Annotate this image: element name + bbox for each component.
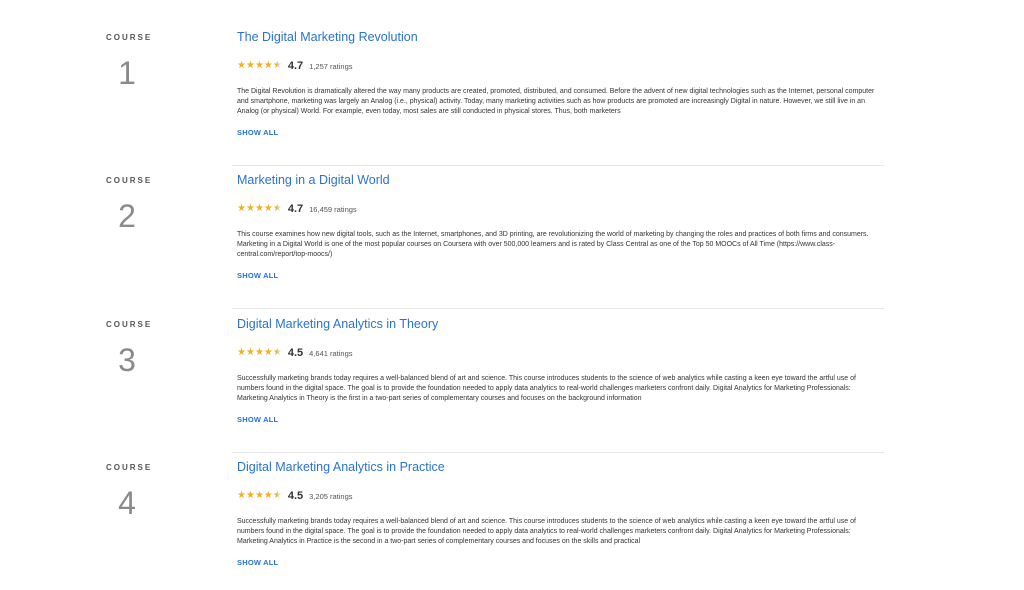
course-label: COURSE (106, 320, 153, 329)
show-all-link[interactable]: SHOW ALL (237, 271, 278, 280)
star-icon: ★ (245, 490, 255, 501)
course-item: COURSE 4 Digital Marketing Analytics in … (0, 430, 1024, 573)
course-list: COURSE 1 The Digital Marketing Revolutio… (0, 0, 1024, 590)
course-title-link[interactable]: Digital Marketing Analytics in Theory (237, 317, 438, 331)
ratings-count: 1,257 ratings (309, 61, 353, 71)
star-rating: ★ ★ ★ ★ ★ (237, 348, 282, 358)
half-star-icon: ★ (272, 347, 282, 358)
star-icon: ★ (237, 490, 246, 501)
star-icon: ★ (254, 347, 264, 358)
rating-row: ★ ★ ★ ★ ★ 4.7 1,257 ratings (237, 59, 353, 73)
show-all-link[interactable]: SHOW ALL (237, 128, 278, 137)
course-description: The Digital Revolution is dramatically a… (237, 88, 875, 115)
course-number: 4 (118, 485, 136, 521)
course-title-link[interactable]: The Digital Marketing Revolution (237, 30, 418, 44)
rating-value: 4.5 (287, 490, 304, 502)
course-item: COURSE 2 Marketing in a Digital World ★ ★… (0, 143, 1024, 309)
star-icon: ★ (263, 490, 273, 501)
star-icon: ★ (237, 60, 246, 71)
ratings-count: 3,205 ratings (309, 491, 353, 501)
star-icon: ★ (254, 203, 264, 214)
ratings-count: 4,641 ratings (309, 348, 353, 358)
ratings-count: 16,459 ratings (309, 204, 357, 214)
course-description: This course examines how new digital too… (237, 231, 869, 258)
star-icon: ★ (263, 347, 273, 358)
rating-value: 4.5 (287, 347, 304, 359)
course-item: COURSE 3 Digital Marketing Analytics in … (0, 287, 1024, 453)
course-number: 1 (118, 55, 136, 91)
star-rating: ★ ★ ★ ★ ★ (237, 491, 282, 501)
star-icon: ★ (263, 60, 273, 71)
star-icon: ★ (237, 203, 246, 214)
course-item: COURSE 1 The Digital Marketing Revolutio… (0, 0, 1024, 166)
star-icon: ★ (254, 60, 264, 71)
course-label: COURSE (106, 33, 153, 42)
star-icon: ★ (245, 60, 255, 71)
rating-row: ★ ★ ★ ★ ★ 4.5 4,641 ratings (237, 346, 353, 360)
star-rating: ★ ★ ★ ★ ★ (237, 204, 282, 214)
star-icon: ★ (237, 347, 246, 358)
star-icon: ★ (245, 347, 255, 358)
rating-value: 4.7 (287, 203, 304, 215)
show-all-link[interactable]: SHOW ALL (237, 415, 278, 424)
course-number: 3 (118, 342, 136, 378)
rating-value: 4.7 (287, 60, 304, 72)
half-star-icon: ★ (272, 203, 282, 214)
rating-row: ★ ★ ★ ★ ★ 4.7 16,459 ratings (237, 202, 357, 216)
course-title-link[interactable]: Marketing in a Digital World (237, 173, 390, 187)
course-description: Successfully marketing brands today requ… (237, 375, 856, 402)
course-label: COURSE (106, 176, 153, 185)
course-title-link[interactable]: Digital Marketing Analytics in Practice (237, 460, 445, 474)
star-rating: ★ ★ ★ ★ ★ (237, 61, 282, 71)
rating-row: ★ ★ ★ ★ ★ 4.5 3,205 ratings (237, 489, 353, 503)
half-star-icon: ★ (272, 60, 282, 71)
course-description: Successfully marketing brands today requ… (237, 518, 856, 545)
half-star-icon: ★ (272, 490, 282, 501)
star-icon: ★ (263, 203, 273, 214)
show-all-link[interactable]: SHOW ALL (237, 558, 278, 567)
course-label: COURSE (106, 463, 153, 472)
star-icon: ★ (254, 490, 264, 501)
star-icon: ★ (245, 203, 255, 214)
course-number: 2 (118, 198, 136, 234)
